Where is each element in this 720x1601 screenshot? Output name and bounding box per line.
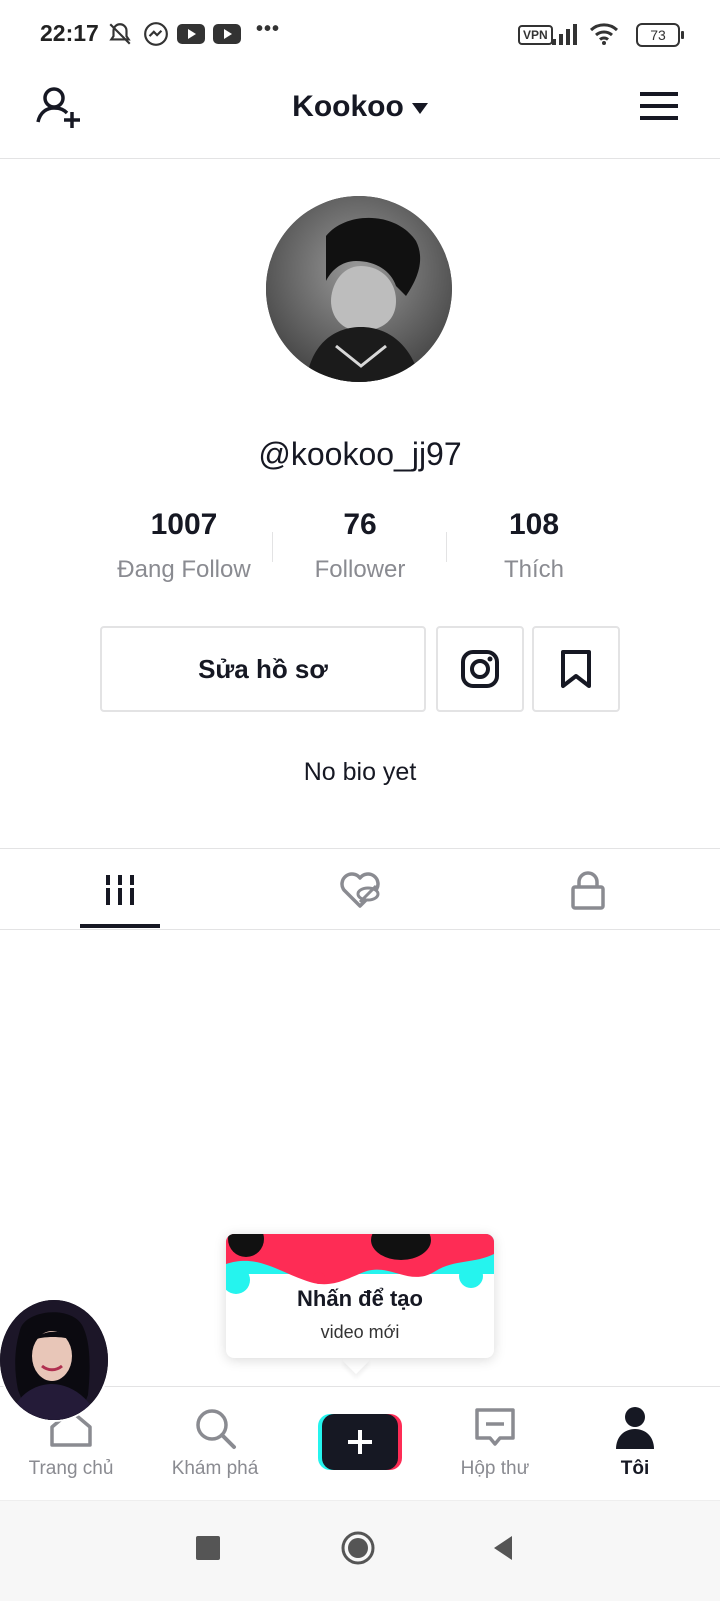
tooltip-subtitle: video mới — [320, 1322, 400, 1342]
nav-home-label: Trang chủ — [28, 1458, 114, 1479]
hidden-heart-icon — [340, 872, 380, 908]
account-switcher[interactable]: Kookoo — [0, 90, 720, 124]
profile-avatar[interactable] — [266, 196, 452, 382]
follower-label[interactable]: Follower — [270, 556, 450, 584]
page-title: Kookoo — [292, 90, 404, 123]
likes-count: 108 — [508, 508, 560, 541]
status-time: 22:17 — [40, 20, 99, 46]
inbox-icon — [430, 1404, 560, 1452]
youtube-icon — [176, 20, 206, 48]
menu-icon[interactable] — [640, 88, 680, 124]
active-tab-indicator — [80, 924, 160, 928]
likes-label: Thích — [503, 556, 565, 583]
back-button[interactable] — [490, 1534, 518, 1562]
follower-count[interactable]: 76 — [270, 508, 450, 542]
tooltip-title: Nhấn để tạo — [297, 1286, 423, 1311]
messenger-icon — [142, 20, 170, 48]
instagram-button[interactable] — [436, 626, 524, 712]
home-button[interactable] — [340, 1530, 376, 1566]
nav-inbox-label: Hộp thư — [460, 1458, 530, 1479]
nav-discover-label: Khám phá — [171, 1458, 259, 1479]
youtube-icon — [212, 20, 242, 48]
wifi-icon — [588, 20, 620, 48]
favorites-button[interactable] — [532, 626, 620, 712]
nav-discover[interactable]: Khám phá — [150, 1400, 280, 1490]
nav-profile-label: Tôi — [620, 1458, 650, 1479]
grid-icon — [103, 875, 137, 905]
nav-profile[interactable]: Tôi — [570, 1400, 700, 1490]
vpn-badge: VPN — [518, 25, 553, 45]
following-count[interactable]: 1007 — [94, 508, 274, 542]
tab-liked[interactable] — [320, 860, 400, 920]
create-video-button[interactable] — [318, 1414, 402, 1470]
battery-indicator: 73 — [636, 23, 684, 47]
instagram-icon — [461, 650, 499, 688]
lock-icon — [571, 871, 605, 910]
more-notifications-icon: ••• — [256, 18, 281, 40]
edit-profile-button[interactable]: Sửa hồ sơ — [100, 626, 426, 712]
bio-text[interactable]: No bio yet — [0, 758, 720, 787]
recents-button[interactable] — [196, 1536, 220, 1560]
tab-videos[interactable] — [80, 860, 160, 920]
chevron-down-icon — [411, 102, 428, 114]
following-label[interactable]: Đang Follow — [94, 556, 274, 584]
signal-icon — [552, 20, 578, 48]
nav-inbox[interactable]: Hộp thư — [430, 1400, 560, 1490]
username: @kookoo_jj97 — [258, 436, 462, 472]
search-icon — [150, 1404, 280, 1452]
floating-avatar-bubble[interactable] — [0, 1298, 110, 1422]
plus-icon — [318, 1414, 402, 1470]
tab-private[interactable] — [548, 860, 628, 920]
notification-muted-icon — [106, 20, 134, 48]
bookmark-icon — [561, 650, 591, 688]
profile-icon — [570, 1404, 700, 1452]
